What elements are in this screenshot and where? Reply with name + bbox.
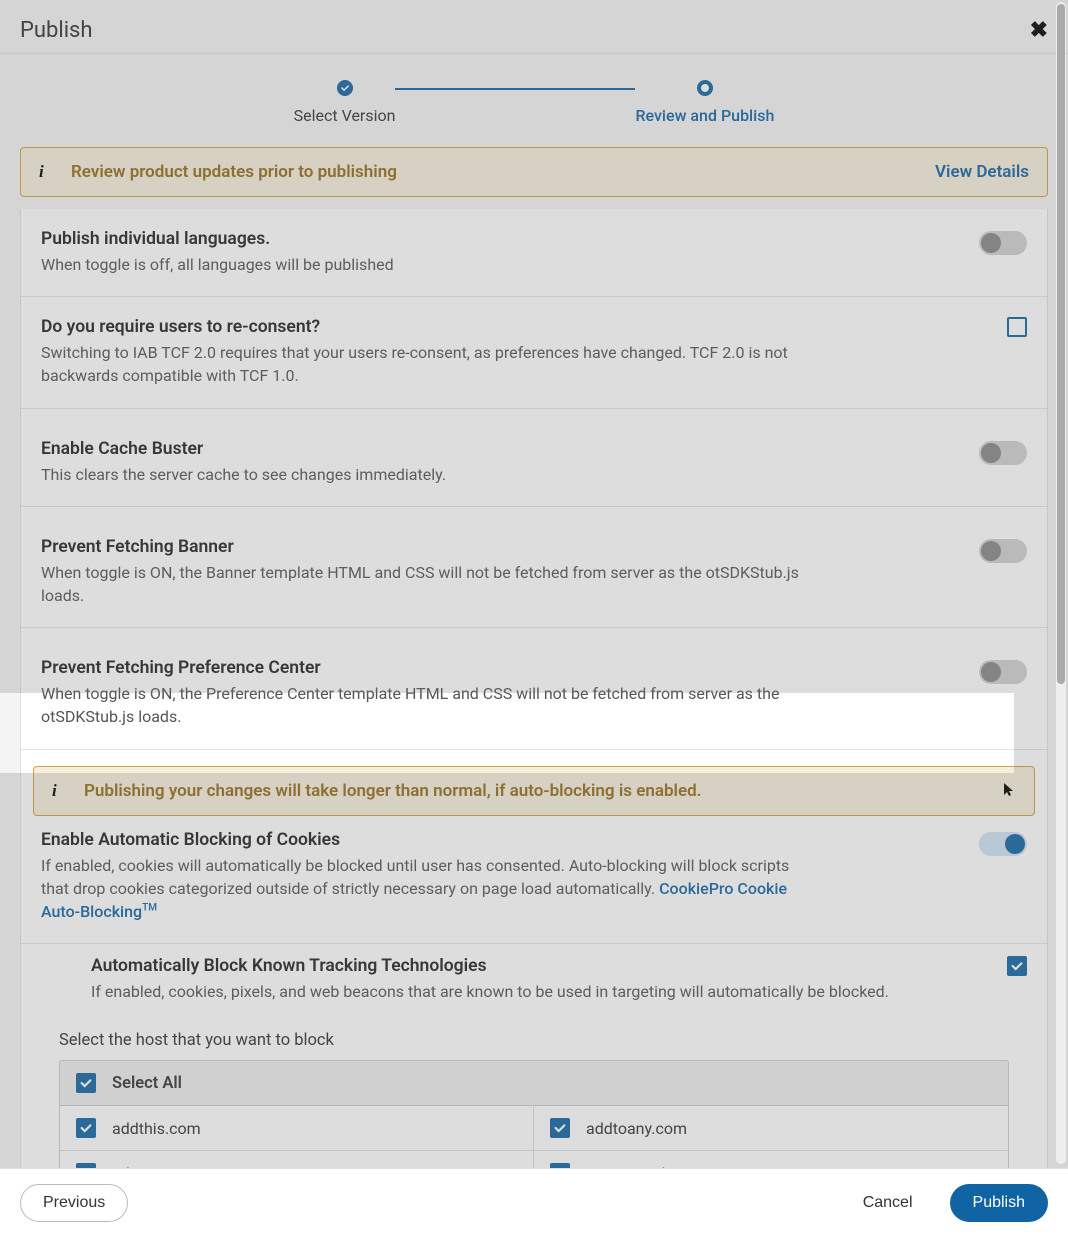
prevent-banner-title: Prevent Fetching Banner bbox=[41, 537, 801, 557]
prevent-prefcenter-desc: When toggle is ON, the Preference Center… bbox=[41, 682, 801, 728]
host-cell: amazon-adsystem.com bbox=[534, 1150, 1008, 1168]
host-select-label: Select the host that you want to block bbox=[21, 1019, 1047, 1060]
select-all-checkbox[interactable] bbox=[76, 1073, 96, 1093]
reconsent-checkbox[interactable] bbox=[1007, 317, 1027, 337]
known-tracking-title: Automatically Block Known Tracking Techn… bbox=[91, 956, 889, 976]
step-2-current-icon bbox=[697, 80, 713, 96]
publish-languages-desc: When toggle is off, all languages will b… bbox=[41, 253, 394, 276]
host-label: addtoany.com bbox=[586, 1119, 687, 1138]
reconsent-title: Do you require users to re-consent? bbox=[41, 317, 801, 337]
publish-button[interactable]: Publish bbox=[950, 1184, 1048, 1222]
modal-scroll-area[interactable]: Publish ✖ Select Version Review and Publ… bbox=[0, 0, 1068, 1168]
select-all-label: Select All bbox=[112, 1074, 182, 1093]
known-tracking-desc: If enabled, cookies, pixels, and web bea… bbox=[91, 980, 889, 1003]
review-updates-banner: i Review product updates prior to publis… bbox=[20, 147, 1048, 197]
previous-button[interactable]: Previous bbox=[20, 1184, 128, 1222]
cursor-icon bbox=[1002, 781, 1018, 801]
step-1-label: Select Version bbox=[294, 106, 396, 125]
stepper: Select Version Review and Publish bbox=[0, 54, 1068, 147]
cancel-button[interactable]: Cancel bbox=[840, 1184, 936, 1222]
known-tracking-checkbox[interactable] bbox=[1007, 956, 1027, 976]
autoblock-toggle[interactable] bbox=[979, 832, 1027, 856]
modal-footer: Previous Cancel Publish bbox=[0, 1168, 1068, 1236]
prevent-banner-toggle[interactable] bbox=[979, 539, 1027, 563]
step-1-complete-icon bbox=[337, 80, 353, 96]
close-icon[interactable]: ✖ bbox=[1030, 18, 1048, 43]
cache-buster-title: Enable Cache Buster bbox=[41, 439, 446, 459]
host-table: Select All addthis.com addtoany.com adsrvr… bbox=[59, 1060, 1009, 1168]
prevent-prefcenter-title: Prevent Fetching Preference Center bbox=[41, 658, 801, 678]
step-connector bbox=[395, 88, 635, 90]
vertical-scrollbar[interactable] bbox=[1056, 2, 1066, 1164]
autoblock-warning-banner: i Publishing your changes will take long… bbox=[33, 766, 1035, 816]
host-label: addthis.com bbox=[112, 1119, 201, 1138]
autoblock-title: Enable Automatic Blocking of Cookies bbox=[41, 830, 801, 850]
prevent-prefcenter-toggle[interactable] bbox=[979, 660, 1027, 684]
scrollbar-thumb[interactable] bbox=[1057, 4, 1065, 684]
host-checkbox[interactable] bbox=[550, 1118, 570, 1138]
cache-buster-desc: This clears the server cache to see chan… bbox=[41, 463, 446, 486]
reconsent-desc: Switching to IAB TCF 2.0 requires that y… bbox=[41, 341, 801, 387]
autoblock-warning-text: Publishing your changes will take longer… bbox=[84, 781, 702, 801]
host-cell: addtoany.com bbox=[534, 1106, 1008, 1150]
host-checkbox[interactable] bbox=[76, 1118, 96, 1138]
modal-title: Publish bbox=[20, 18, 93, 43]
info-icon: i bbox=[52, 781, 64, 801]
prevent-banner-desc: When toggle is ON, the Banner template H… bbox=[41, 561, 801, 607]
publish-languages-toggle[interactable] bbox=[979, 231, 1027, 255]
host-cell: addthis.com bbox=[60, 1106, 534, 1150]
step-2-label: Review and Publish bbox=[635, 106, 774, 125]
autoblock-desc: If enabled, cookies will automatically b… bbox=[41, 854, 801, 924]
publish-languages-title: Publish individual languages. bbox=[41, 229, 394, 249]
banner-text: Review product updates prior to publishi… bbox=[71, 162, 397, 182]
host-cell: adsrvr.org bbox=[60, 1150, 534, 1168]
cache-buster-toggle[interactable] bbox=[979, 441, 1027, 465]
view-details-link[interactable]: View Details bbox=[935, 162, 1029, 182]
info-icon: i bbox=[39, 162, 51, 182]
